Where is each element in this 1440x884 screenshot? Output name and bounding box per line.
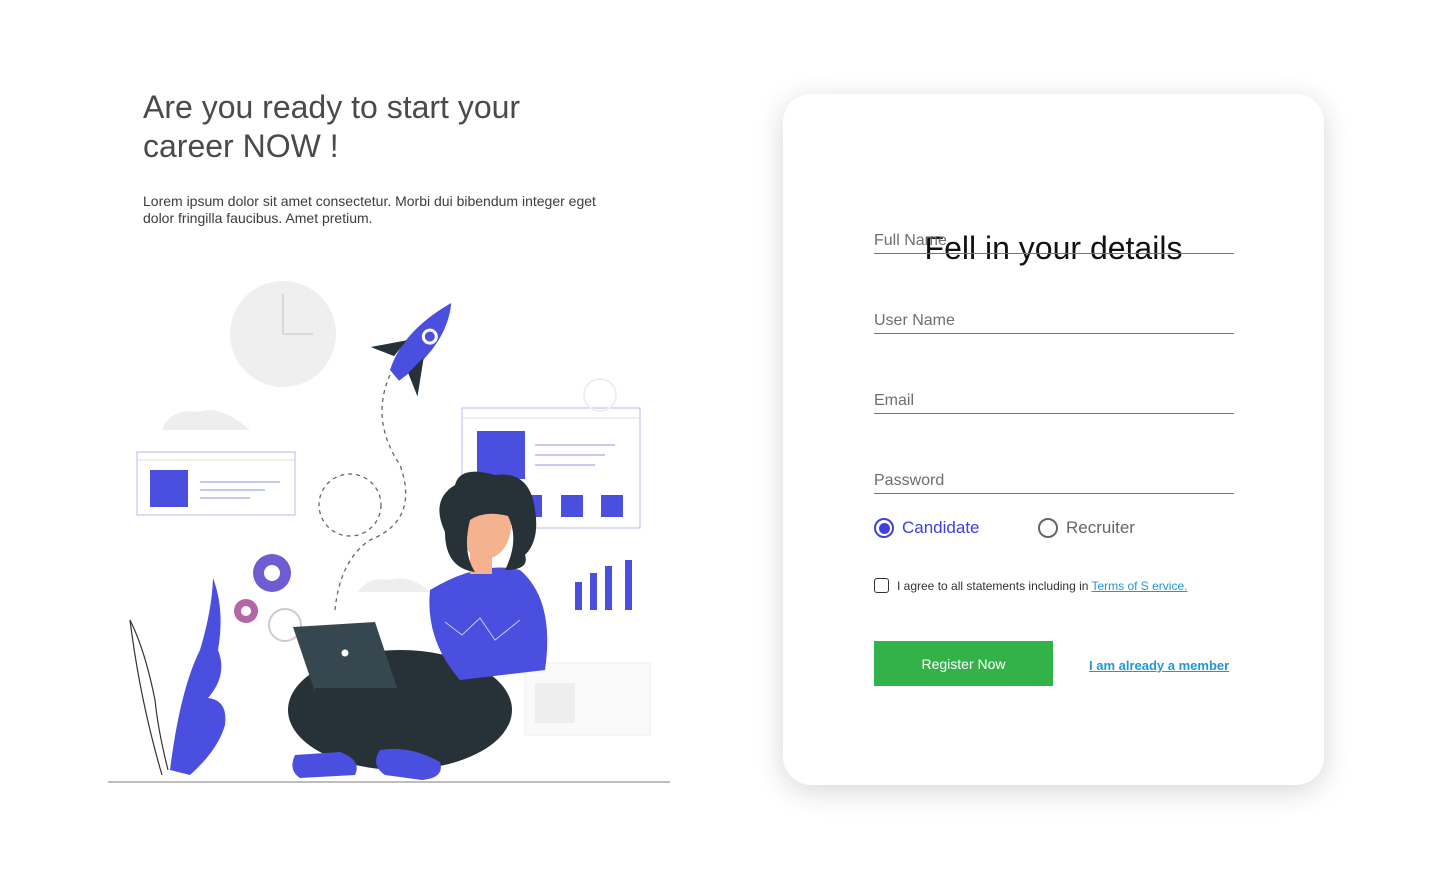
rocket-icon: [370, 302, 452, 397]
user-name-field[interactable]: [874, 310, 1234, 334]
recruiter-radio[interactable]: Recruiter: [1038, 518, 1135, 538]
candidate-label: Candidate: [902, 518, 980, 537]
register-now-button[interactable]: Register Now: [874, 641, 1053, 686]
full-name-input[interactable]: [874, 230, 1234, 252]
password-input[interactable]: [874, 470, 1234, 492]
password-field[interactable]: [874, 470, 1234, 494]
left-window-card: [136, 451, 296, 516]
user-name-input[interactable]: [874, 310, 1234, 332]
gear-icon: [234, 599, 258, 623]
terms-text: I agree to all statements including in: [897, 578, 1089, 593]
terms-of-service-link[interactable]: Terms of S ervice.: [1091, 579, 1187, 593]
email-field[interactable]: [874, 390, 1234, 414]
hero-description: Lorem ipsum dolor sit amet consectetur. …: [143, 193, 596, 226]
woman-laptop-illustration: [108, 281, 670, 783]
woman-figure: [288, 471, 548, 780]
registration-card: Fell in your details: [783, 94, 1324, 785]
recruiter-label: Recruiter: [1066, 518, 1135, 537]
terms-checkbox[interactable]: [874, 578, 889, 593]
hero-title: Are you ready to start your career NOW !: [143, 89, 521, 164]
candidate-radio[interactable]: Candidate: [874, 518, 980, 538]
already-member-link[interactable]: I am already a member: [1089, 658, 1229, 673]
gear-icon: [253, 554, 291, 592]
plant-illustration: [129, 578, 226, 776]
terms-agreement: I agree to all statements including in T…: [874, 578, 1187, 593]
email-input[interactable]: [874, 390, 1234, 412]
full-name-field[interactable]: [874, 230, 1234, 254]
radio-selected-icon[interactable]: [874, 518, 894, 538]
radio-unselected-icon[interactable]: [1038, 518, 1058, 538]
clock-icon: [230, 281, 336, 387]
bar-chart-icon: [575, 560, 632, 610]
